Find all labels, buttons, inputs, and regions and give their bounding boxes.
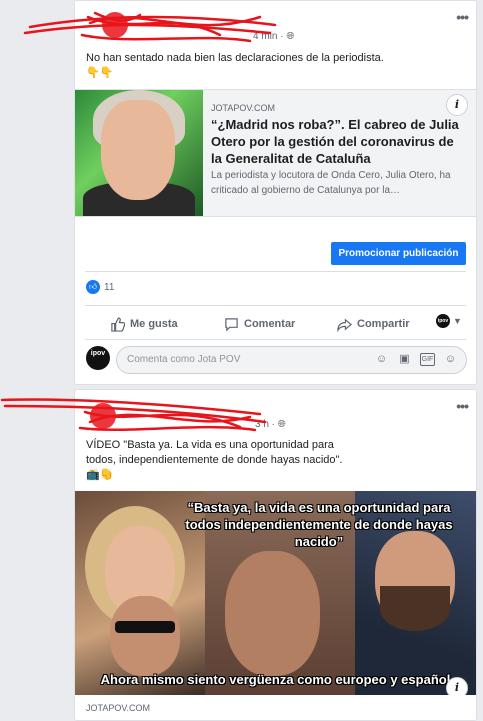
- post-text: VÍDEO "Basta ya. La vida es una oportuni…: [86, 439, 343, 481]
- globe-icon: 🌐︎: [277, 419, 286, 430]
- gif-icon[interactable]: GIF: [420, 353, 435, 366]
- divider: [85, 271, 466, 272]
- divider: [85, 305, 466, 306]
- post-card-2: 3 h · 🌐︎ ••• VÍDEO "Basta ya. La vida es…: [74, 389, 477, 721]
- video-thumbnail[interactable]: “Basta ya, la vida es una oportunidad pa…: [75, 491, 476, 695]
- link-title[interactable]: “¿Madrid nos roba?”. El cabreo de Julia …: [211, 116, 467, 167]
- link-thumbnail[interactable]: [75, 90, 203, 216]
- post-card-1: 4 min · 🌐︎ ••• No han sentado nada bien …: [74, 0, 477, 385]
- emoji-icon[interactable]: ☺︎: [374, 352, 389, 367]
- comment-icon: [225, 317, 238, 332]
- page-avatar: ipov: [436, 314, 450, 328]
- like-button[interactable]: Me gusta: [110, 315, 178, 333]
- sticker-icon[interactable]: ☺︎: [443, 352, 458, 367]
- more-options-icon[interactable]: •••: [456, 9, 469, 25]
- comment-button[interactable]: Comentar: [224, 315, 295, 333]
- comment-label: Comentar: [244, 318, 296, 330]
- meme-bottom-caption: Ahora mismo siento vergüenza como europe…: [100, 672, 451, 687]
- camera-icon[interactable]: ▣: [397, 352, 412, 367]
- share-button[interactable]: Compartir: [337, 315, 410, 333]
- like-count[interactable]: 11: [104, 282, 114, 293]
- chevron-down-icon: ▼: [453, 316, 462, 326]
- like-label: Me gusta: [130, 318, 178, 330]
- commenter-avatar[interactable]: ipov: [86, 346, 110, 370]
- link-description: La periodista y locutora de Onda Cero, J…: [211, 170, 451, 196]
- link-source: JOTAPOV.COM: [86, 703, 151, 713]
- share-label: Compartir: [357, 318, 410, 330]
- page-selector[interactable]: ipov ▼: [436, 314, 462, 328]
- comment-placeholder: Comenta como Jota POV: [127, 354, 241, 365]
- link-preview[interactable]: JOTAPOV.COM “¿Madrid nos roba?”. El cabr…: [75, 89, 476, 217]
- post-emoji: 📺👇: [86, 469, 114, 481]
- info-icon[interactable]: i: [446, 677, 468, 695]
- link-source: JOTAPOV.COM: [211, 103, 276, 113]
- redaction-scribble: [0, 398, 267, 432]
- redaction-scribble: [23, 11, 277, 43]
- comment-input[interactable]: Comenta como Jota POV ☺︎ ▣ GIF ☺︎: [116, 346, 467, 374]
- promote-post-button[interactable]: Promocionar publicación: [331, 242, 466, 265]
- more-options-icon[interactable]: •••: [456, 398, 469, 414]
- like-reaction-icon[interactable]: 👍︎: [86, 280, 100, 294]
- post-emoji: 👇👇: [86, 67, 114, 79]
- post-text: No han sentado nada bien las declaracion…: [86, 52, 384, 64]
- thumbs-up-icon: [111, 316, 125, 332]
- meme-top-caption: “Basta ya, la vida es una oportunidad pa…: [185, 500, 453, 549]
- share-icon: [337, 318, 352, 332]
- divider: [85, 339, 466, 340]
- info-icon[interactable]: i: [446, 94, 468, 116]
